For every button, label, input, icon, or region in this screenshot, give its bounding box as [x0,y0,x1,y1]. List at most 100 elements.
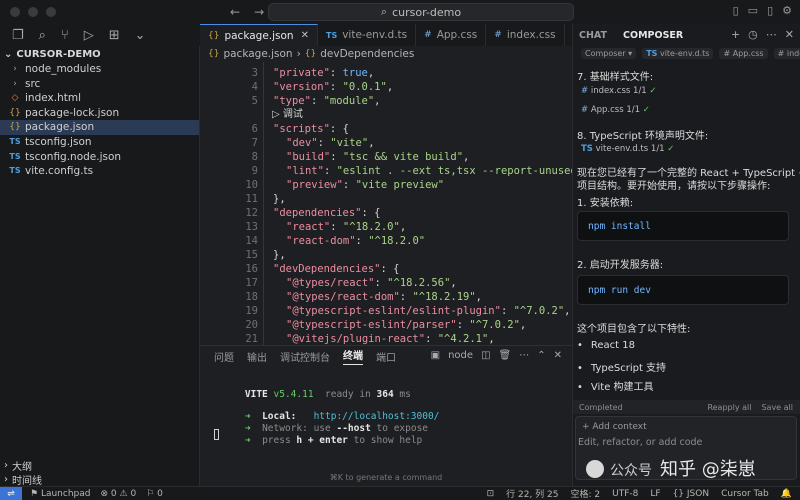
json-value: "^18.2.56" [387,277,451,289]
css-file-icon: # [777,49,785,58]
trash-icon[interactable]: 🗑 [499,350,512,361]
outline-section[interactable]: › 大纲 [0,458,200,473]
command-search-bar[interactable]: ⌕ cursor-demo [268,3,574,21]
window-controls[interactable] [10,7,200,17]
panel-tab[interactable]: 调试控制台 [280,349,330,364]
terminal-hint: ⌘K to generate a command [329,473,443,482]
more-icon[interactable]: ⋯ [519,350,529,361]
code-block-install[interactable]: npm install [577,211,789,241]
minimize-window-icon[interactable] [28,7,38,17]
panel-tab[interactable]: 终端 [343,347,363,365]
editor-tab-label: index.css [506,29,556,41]
file-reference-index-css[interactable]: # index.css 1/1 ✓ [581,86,657,96]
history-icon[interactable]: ◷ [748,28,758,41]
json-key: "dependencies" [273,207,362,219]
add-context-button[interactable]: + Add context [582,422,647,432]
toggle-sidebar-icon[interactable]: ▯ [733,4,739,17]
terminal-shell-label[interactable]: node [448,350,473,361]
editor-tab[interactable]: # index.css [486,24,565,46]
html-file-icon: ◇ [11,93,19,104]
warning-count: 0 [130,488,137,499]
tree-item-json[interactable]: {} package-lock.json [0,106,199,121]
toggle-secondary-sidebar-icon[interactable]: ▯ [767,4,773,17]
tree-item-folder[interactable]: › src [0,77,199,92]
tree-item-ts[interactable]: TS tsconfig.node.json [0,150,199,165]
tree-item-ts[interactable]: TS tsconfig.json [0,135,199,150]
end-of-line[interactable]: LF [650,489,660,499]
remote-indicator-icon[interactable]: ⇌ [0,486,22,500]
search-icon[interactable]: ⌕ [39,28,46,43]
json-file-icon: {} [208,30,220,41]
context-chip[interactable]: # App.css [719,48,768,59]
composer-tab[interactable]: COMPOSER [623,30,683,41]
composer-tab[interactable]: CHAT [579,30,607,41]
forward-arrow-icon[interactable]: → [254,5,264,19]
language-mode[interactable]: {} JSON [673,489,710,499]
code-editor[interactable]: 3 "private": true, 4 "version": "0.0.1", 5 "t… [200,62,572,345]
save-all-button[interactable]: Save all [761,403,793,412]
code-text: "react-dom": "^18.2.0" [286,235,426,247]
split-terminal-icon[interactable]: ◫ [481,350,490,361]
maximize-panel-icon[interactable]: ⌃ [537,350,545,361]
codelens-debug[interactable]: ▷ 调试 [200,108,572,122]
close-tab-icon[interactable]: ✕ [301,30,309,41]
run-debug-icon[interactable]: ▷ [84,28,94,43]
chevron-down-icon[interactable]: ⌄ [135,28,146,43]
source-control-icon[interactable]: ⑂ [61,28,69,43]
encoding[interactable]: UTF-8 [612,489,638,499]
tree-item-label: index.html [25,92,81,105]
tree-item-folder[interactable]: › node_modules [0,62,199,77]
code-block-dev[interactable]: npm run dev [577,275,789,305]
code-block-command: npm run dev [588,284,651,296]
ports-item[interactable]: ⚐ 0 [146,489,163,499]
json-key: "@typescript-eslint/eslint-plugin" [286,305,501,317]
editor-tab[interactable]: TS vite-env.d.ts [318,24,417,46]
toggle-panel-icon[interactable]: ▭ [748,4,758,17]
code-line: 3 "private": true, [200,66,572,80]
breadcrumb-file[interactable]: package.json [223,48,292,60]
explorer-files-icon[interactable]: ❐ [12,28,24,43]
editor-tab[interactable]: {} package.json ✕ [200,24,318,46]
more-icon[interactable]: ⋯ [766,28,777,41]
panel-tab[interactable]: 输出 [247,349,267,364]
launchpad-item[interactable]: ⚑ Launchpad [30,489,90,499]
panel-tab[interactable]: 端口 [376,349,396,364]
tree-item-html[interactable]: ◇ index.html [0,91,199,106]
close-panel-icon[interactable]: ✕ [554,350,562,361]
close-window-icon[interactable] [10,7,20,17]
new-chat-plus-icon[interactable]: + [731,28,740,41]
back-arrow-icon[interactable]: ← [230,5,240,19]
code-text: }, [273,248,286,262]
context-chip[interactable]: TS vite-env.d.ts [642,48,714,59]
composer-prompt-input[interactable] [578,435,778,449]
context-chip-label: vite-env.d.ts [659,49,710,58]
breadcrumb-symbol[interactable]: devDependencies [320,48,414,60]
notifications-bell-icon[interactable]: 🔔 [781,489,792,499]
indentation[interactable]: 空格: 2 [571,487,601,500]
reapply-all-button[interactable]: Reapply all [707,403,751,412]
tree-item-json[interactable]: {} package.json [0,120,199,135]
panel-tab[interactable]: 问题 [214,349,234,364]
tree-item-ts[interactable]: TS vite.config.ts [0,164,199,179]
settings-gear-icon[interactable]: ⚙ [782,4,792,17]
feature-item: Vite 构建工具 [577,378,654,393]
file-reference-name: App.css [590,105,624,115]
explorer-root-folder[interactable]: ⌄ CURSOR-DEMO [0,46,199,62]
file-reference-vite-env[interactable]: TS vite-env.d.ts 1/1 ✓ [581,144,674,154]
cursor-tab-item[interactable]: Cursor Tab [721,489,769,499]
file-reference-name: vite-env.d.ts [595,144,649,154]
context-chip[interactable]: # index [773,48,800,59]
editor-tab[interactable]: # App.css [416,24,487,46]
composer-mode-dropdown[interactable]: Composer ▾ [581,48,637,59]
cursor-position[interactable]: 行 22, 列 25 [506,487,558,500]
code-line: 19 "@typescript-eslint/eslint-plugin": "^… [200,304,572,318]
timeline-section[interactable]: › 时间线 [0,472,200,487]
close-icon[interactable]: ✕ [785,28,794,41]
maximize-window-icon[interactable] [46,7,56,17]
file-reference-app-css[interactable]: # App.css 1/1 ✓ [581,105,650,115]
json-punct: , [519,319,527,331]
search-bar-text: cursor-demo [392,5,462,19]
extensions-icon[interactable]: ⊞ [109,28,120,43]
problems-item[interactable]: ⊗ 0 ⚠ 0 [100,489,136,499]
line-number: 10 [245,179,258,191]
